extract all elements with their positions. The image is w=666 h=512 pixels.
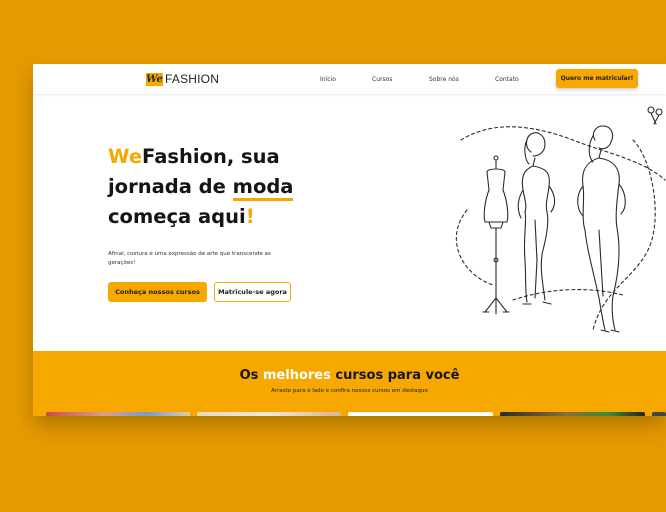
course-card[interactable]	[348, 412, 493, 416]
nav-item-sobre[interactable]: Sobre nós	[429, 74, 459, 86]
model-sketch-1	[517, 132, 556, 305]
scissors-icon	[647, 106, 663, 125]
course-card[interactable]	[46, 412, 190, 416]
site-header: We FASHION Início Cursos Sobre nós Conta…	[33, 64, 666, 94]
nav-item-cursos[interactable]: Cursos	[372, 74, 392, 86]
hero-title-line1: Fashion, sua	[142, 145, 280, 168]
tape-line	[460, 126, 666, 181]
hero-title-exclaim: !	[245, 205, 255, 228]
model-sketch-2	[577, 125, 626, 333]
hero-title-line2: jornada de	[108, 175, 233, 198]
courses-title-highlight: melhores	[262, 368, 331, 383]
tape-line	[592, 139, 656, 331]
nav-item-inicio[interactable]: Início	[320, 74, 336, 86]
courses-section: Os melhores cursos para você Arraste par…	[33, 351, 666, 416]
course-card[interactable]	[197, 412, 341, 416]
enroll-now-button[interactable]: Matricule-se agora	[214, 282, 291, 302]
course-card[interactable]	[500, 412, 645, 416]
enroll-button[interactable]: Quero me matricular!	[556, 69, 638, 88]
nav-item-contato[interactable]: Contato	[495, 74, 519, 86]
website-mockup: We FASHION Início Cursos Sobre nós Conta…	[33, 64, 666, 416]
hero-title-accent: We	[108, 145, 143, 168]
tape-line	[512, 289, 624, 301]
courses-title: Os melhores cursos para você	[33, 368, 666, 384]
courses-subtitle: Arraste para o lado e confira nossos cur…	[271, 388, 428, 394]
hero-title-line3: começa aqui	[108, 205, 246, 228]
tape-line	[455, 209, 494, 286]
fashion-sketch-illustration	[455, 106, 666, 333]
hero-title-underlined: moda	[232, 172, 293, 202]
hero-description: Afinal, costura é uma expressão de arte …	[108, 251, 271, 266]
courses-title-part: cursos para você	[330, 368, 460, 383]
courses-title-part: Os	[239, 368, 263, 383]
course-card[interactable]	[652, 412, 666, 416]
hero-title: WeFashion, sua jornada de moda começa aq…	[108, 142, 293, 232]
courses-button[interactable]: Conheça nossos cursos	[108, 282, 207, 302]
mannequin-icon	[482, 155, 510, 315]
